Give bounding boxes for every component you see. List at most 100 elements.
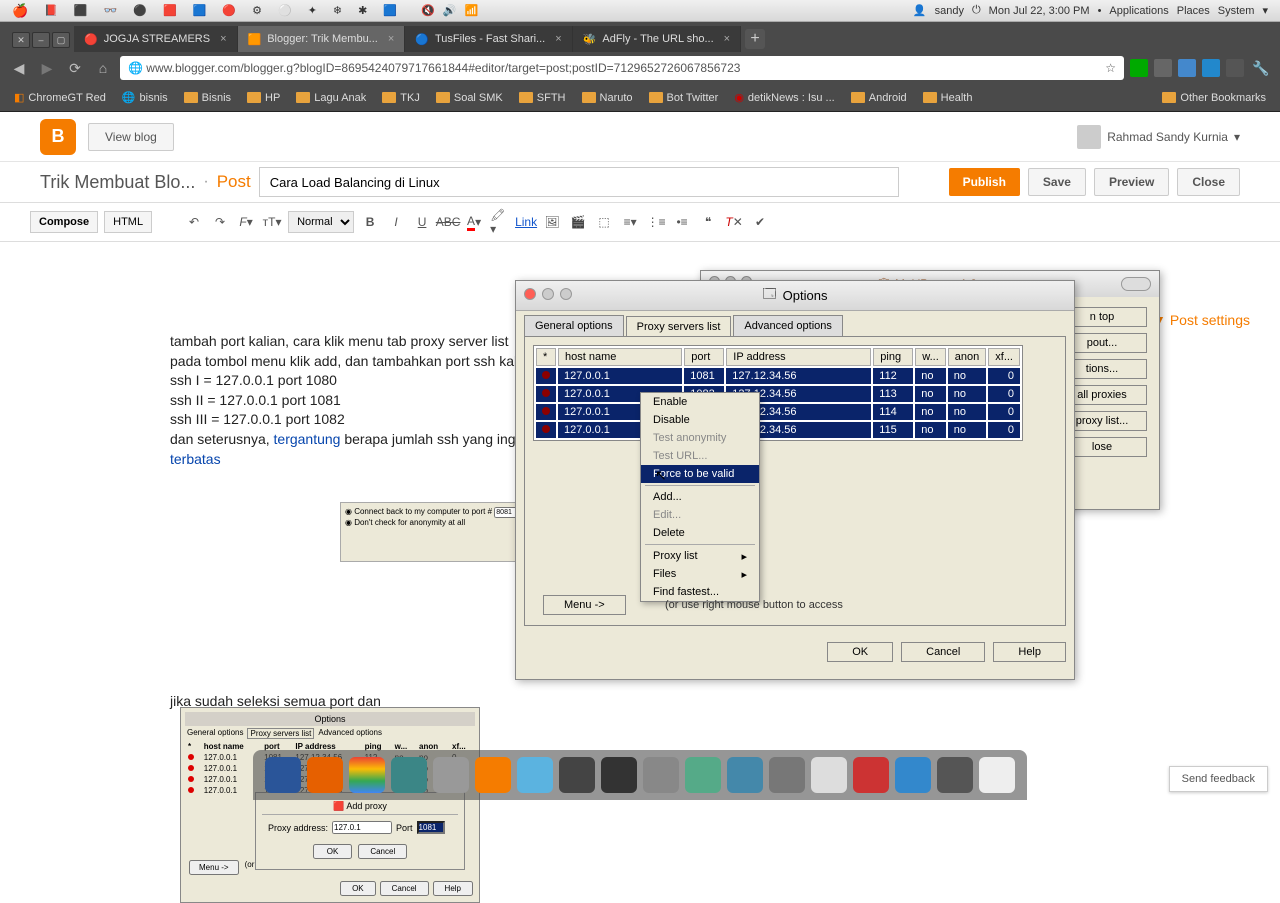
wrench-icon[interactable]: 🔧 [1250,57,1272,79]
menu-button[interactable]: Menu -> [543,595,626,615]
proxy-table[interactable]: *host nameportIP addresspingw...anonxf..… [533,345,1023,441]
user-menu[interactable]: Rahmad Sandy Kurnia▾ [1077,125,1240,149]
options-titlebar[interactable]: 🗔Options [516,281,1074,311]
tab-blogger[interactable]: 🟧Blogger: Trik Membu...× [238,26,406,52]
bookmark-item[interactable]: Bisnis [178,90,237,106]
bookmark-item[interactable]: TKJ [376,90,426,106]
image-icon[interactable]: 🖼 [542,212,562,232]
post-title-input[interactable] [259,167,899,197]
dock-icon[interactable] [307,757,343,793]
publish-button[interactable]: Publish [949,168,1020,196]
format-select[interactable]: Normal [288,211,354,233]
tab-adfly[interactable]: 🐝AdFly - The URL sho...× [573,26,741,52]
dock-icon[interactable] [979,757,1015,793]
close-icon[interactable]: × [724,33,730,45]
preview-button[interactable]: Preview [1094,168,1169,196]
table-row[interactable]: 127.0.0.11081127.12.34.56112nono0 [536,368,1020,384]
extension-icon[interactable] [1178,59,1196,77]
ctx-enable[interactable]: Enable [641,393,759,411]
ctx-disable[interactable]: Disable [641,411,759,429]
bullist-icon[interactable]: •≡ [672,212,692,232]
bookmark-item[interactable]: Lagu Anak [290,90,372,106]
font-icon[interactable]: F▾ [236,212,256,232]
table-row[interactable]: 127.0.0.11082127.12.34.56113nono0 [536,386,1020,402]
compose-tab[interactable]: Compose [30,211,98,233]
apple-icon[interactable]: 🍎 [12,3,28,19]
dock-icon[interactable] [433,757,469,793]
home-button[interactable]: ⌂ [92,57,114,79]
url-input[interactable]: 🌐 www.blogger.com/blogger.g?blogID=86954… [120,56,1124,80]
bookmark-item[interactable]: Soal SMK [430,90,509,106]
ok-button[interactable]: OK [827,642,893,662]
menu-applications[interactable]: Applications [1109,5,1168,17]
window-maximize-icon[interactable]: ▢ [52,32,70,48]
dock-icon[interactable] [811,757,847,793]
dock-icon[interactable] [349,757,385,793]
highlight-icon[interactable]: 🖍▾ [490,212,510,232]
redo-icon[interactable]: ↷ [210,212,230,232]
send-feedback-button[interactable]: Send feedback [1169,766,1268,792]
tab-advanced-options[interactable]: Advanced options [733,315,842,336]
bookmark-item[interactable]: 🌐bisnis [116,89,174,106]
dock-icon[interactable] [853,757,889,793]
close-icon[interactable]: × [388,33,394,45]
strike-icon[interactable]: ABC [438,212,458,232]
tab-jogja[interactable]: 🔴JOGJA STREAMERS× [74,26,238,52]
fontsize-icon[interactable]: тT▾ [262,212,282,232]
ctx-delete[interactable]: Delete [641,524,759,542]
spellcheck-icon[interactable]: ✔ [750,212,770,232]
dock-icon[interactable] [727,757,763,793]
break-icon[interactable]: ⬚ [594,212,614,232]
link-button[interactable]: Link [516,212,536,232]
close-icon[interactable]: × [555,33,561,45]
tab-proxy-servers-list[interactable]: Proxy servers list [626,316,732,337]
bookmark-item[interactable]: HP [241,90,286,106]
tab-general-options[interactable]: General options [524,315,624,336]
dock-icon[interactable] [391,757,427,793]
forward-button[interactable]: ▶ [36,57,58,79]
video-icon[interactable]: 🎬 [568,212,588,232]
removeformat-icon[interactable]: T✕ [724,212,744,232]
menu-places[interactable]: Places [1177,5,1210,17]
help-button[interactable]: Help [993,642,1066,662]
back-button[interactable]: ◀ [8,57,30,79]
bookmark-item[interactable]: Health [917,90,979,106]
dock-icon[interactable] [475,757,511,793]
bookmark-item[interactable]: Naruto [576,90,639,106]
ctx-add[interactable]: Add... [641,488,759,506]
dock-icon[interactable] [601,757,637,793]
blog-title[interactable]: Trik Membuat Blo... [40,172,195,193]
bookmark-item[interactable]: Other Bookmarks [1156,90,1272,106]
bookmark-item[interactable]: Android [845,90,913,106]
dock-icon[interactable] [643,757,679,793]
html-tab[interactable]: HTML [104,211,152,233]
blogger-logo-icon[interactable]: B [40,119,76,155]
table-row[interactable]: 127.0.0.10127.12.34.56115nono0 [536,422,1020,438]
dock-icon[interactable] [895,757,931,793]
window-traffic-lights[interactable] [524,288,572,300]
window-minimize-icon[interactable]: – [32,32,50,48]
numlist-icon[interactable]: ⋮≡ [646,212,666,232]
underline-icon[interactable]: U [412,212,432,232]
menubar-user-icon[interactable]: 👤 [913,4,927,17]
tab-tusfiles[interactable]: 🔵TusFiles - Fast Shari...× [405,26,572,52]
dock-icon[interactable] [937,757,973,793]
bookmark-item[interactable]: ◉detikNews : Isu ... [728,89,840,106]
dock-icon[interactable] [769,757,805,793]
bookmark-item[interactable]: Bot Twitter [643,90,725,106]
quote-icon[interactable]: ❝ [698,212,718,232]
italic-icon[interactable]: I [386,212,406,232]
extension-icon[interactable] [1154,59,1172,77]
undo-icon[interactable]: ↶ [184,212,204,232]
save-button[interactable]: Save [1028,168,1086,196]
cancel-button[interactable]: Cancel [901,642,985,662]
dock-icon[interactable] [517,757,553,793]
dock-icon[interactable] [265,757,301,793]
bold-icon[interactable]: B [360,212,380,232]
ctx-files[interactable]: Files▸ [641,565,759,583]
align-icon[interactable]: ≡▾ [620,212,640,232]
dock-icon[interactable] [559,757,595,793]
menu-system[interactable]: System [1218,5,1255,17]
bookmark-item[interactable]: ◧ChromeGT Red [8,89,112,106]
view-blog-button[interactable]: View blog [88,123,174,151]
